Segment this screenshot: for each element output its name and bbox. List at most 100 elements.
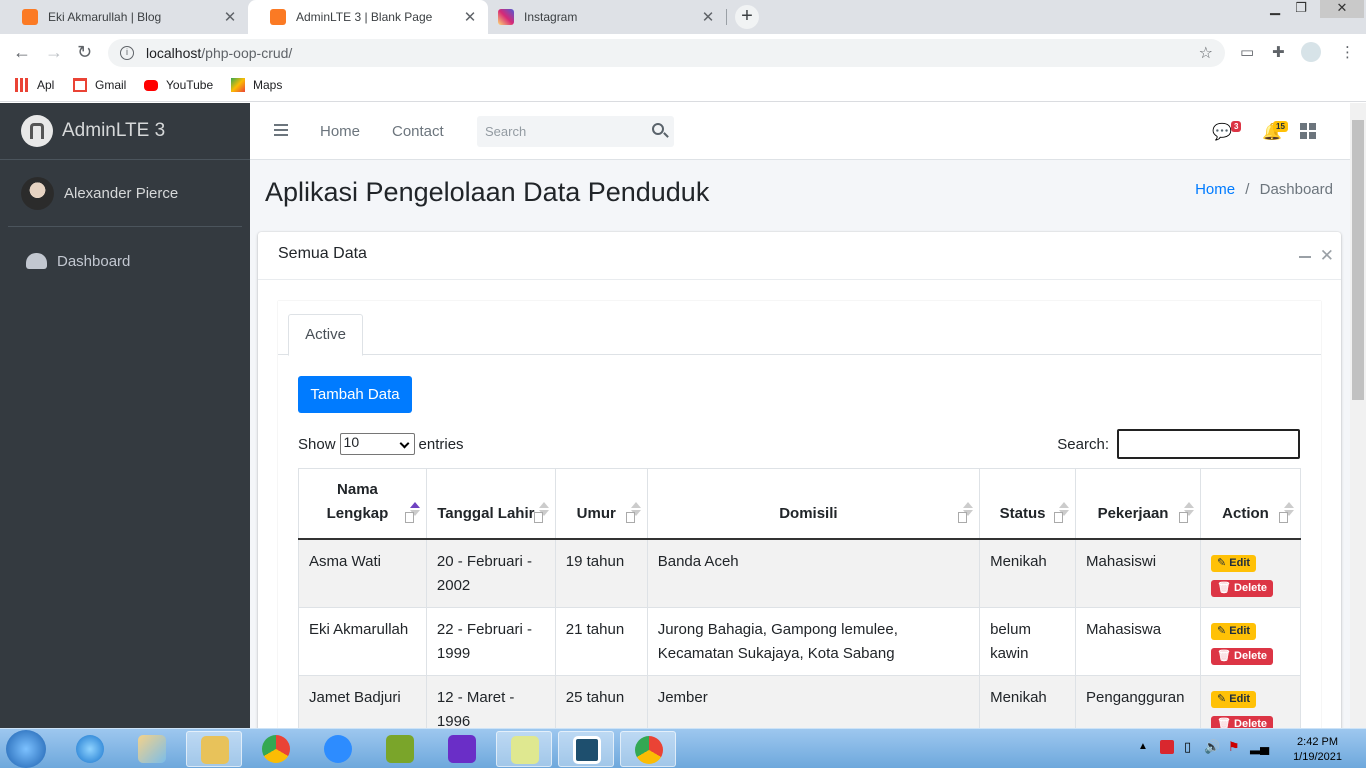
restore-icon[interactable]: ❐ bbox=[1288, 0, 1314, 18]
taskbar-paint[interactable] bbox=[124, 731, 180, 767]
signal-icon[interactable]: ▂▄ bbox=[1250, 739, 1269, 755]
taskbar-zoom[interactable] bbox=[310, 731, 366, 767]
taskbar-ie[interactable] bbox=[62, 731, 118, 767]
table-search-control: Search: bbox=[1057, 429, 1300, 459]
volume-icon[interactable]: 🔊 bbox=[1204, 739, 1220, 755]
search-placeholder: Search bbox=[485, 124, 527, 139]
breadcrumb-home-link[interactable]: Home bbox=[1195, 181, 1235, 198]
close-window-icon[interactable]: ✕ bbox=[1320, 0, 1364, 18]
breadcrumb-separator: / bbox=[1245, 181, 1250, 198]
browser-tab[interactable]: Eki Akmarullah | Blog ✕ bbox=[0, 0, 248, 34]
info-icon[interactable]: i bbox=[120, 46, 134, 60]
tab-separator bbox=[726, 9, 727, 25]
bookmark-youtube[interactable]: YouTube bbox=[144, 78, 213, 92]
close-icon[interactable]: ✕ bbox=[1320, 246, 1334, 266]
scrollbar-thumb[interactable] bbox=[1352, 120, 1364, 400]
extensions-icon[interactable]: ✚ bbox=[1272, 43, 1285, 61]
column-header-domisili[interactable]: Domisili bbox=[646, 468, 981, 540]
taskbar-explorer[interactable] bbox=[186, 731, 242, 767]
profile-avatar[interactable] bbox=[1301, 42, 1321, 62]
column-toggle-icon bbox=[625, 511, 635, 523]
nav-link-home[interactable]: Home bbox=[320, 123, 360, 140]
media-router-icon[interactable]: ▭ bbox=[1240, 43, 1254, 61]
edit-button[interactable]: ✎ Edit bbox=[1211, 554, 1257, 572]
hamburger-menu-icon[interactable] bbox=[274, 124, 288, 136]
taskbar-app[interactable] bbox=[558, 731, 614, 767]
taskbar-visual-studio[interactable] bbox=[434, 731, 490, 767]
page-scrollbar[interactable] bbox=[1350, 103, 1366, 728]
nav-link-contact[interactable]: Contact bbox=[392, 123, 444, 140]
column-header-label: Action bbox=[1222, 504, 1269, 522]
browser-tab[interactable]: Instagram ✕ bbox=[488, 0, 726, 34]
tabs-nav: Active bbox=[278, 301, 1321, 356]
search-icon[interactable] bbox=[652, 123, 664, 135]
delete-button[interactable]: 🗑 Delete bbox=[1211, 647, 1274, 665]
table-row: Asma Wati 20 - Februari - 2002 19 tahun … bbox=[298, 538, 1301, 608]
navbar-search-input[interactable]: Search bbox=[477, 116, 674, 147]
minimize-icon[interactable]: ▁ bbox=[1262, 0, 1288, 18]
taskbar-sticky-notes[interactable] bbox=[496, 731, 552, 767]
browser-tab-active[interactable]: AdminLTE 3 | Blank Page ✕ bbox=[248, 0, 488, 34]
cell-action: ✎ Edit 🗑 Delete bbox=[1200, 606, 1301, 676]
column-header-status[interactable]: Status bbox=[979, 468, 1077, 540]
entries-select[interactable]: 10 bbox=[339, 433, 415, 455]
cell-nama: Asma Wati bbox=[298, 538, 427, 608]
clock-time: 2:42 PM bbox=[1297, 736, 1339, 748]
delete-button[interactable]: 🗑 Delete bbox=[1211, 579, 1274, 597]
control-sidebar-grid-icon[interactable] bbox=[1300, 123, 1316, 139]
forward-icon[interactable]: → bbox=[45, 42, 63, 63]
network-warning-icon[interactable]: ⚑ bbox=[1228, 739, 1240, 755]
breadcrumb: Home / Dashboard bbox=[1195, 181, 1333, 198]
collapse-icon[interactable] bbox=[1299, 256, 1311, 258]
reload-icon[interactable]: ↻ bbox=[77, 42, 92, 63]
table-search-input[interactable] bbox=[1117, 429, 1300, 459]
bookmark-maps[interactable]: Maps bbox=[231, 78, 282, 92]
taskbar-chrome[interactable] bbox=[248, 731, 304, 767]
bookmark-gmail[interactable]: Gmail bbox=[73, 78, 126, 92]
edit-button[interactable]: ✎ Edit bbox=[1211, 622, 1257, 640]
trash-icon: 🗑 bbox=[1217, 649, 1235, 662]
card-header: Semua Data ✕ bbox=[258, 232, 1341, 280]
menu-kebab-icon[interactable]: ⋮ bbox=[1340, 43, 1355, 61]
close-tab-icon[interactable]: ✕ bbox=[222, 8, 238, 26]
bookmark-apps[interactable]: Apl bbox=[15, 78, 54, 92]
column-header-tanggal[interactable]: Tanggal Lahir bbox=[425, 468, 556, 540]
column-header-umur[interactable]: Umur bbox=[554, 468, 648, 540]
back-icon[interactable]: ← bbox=[13, 42, 31, 63]
address-bar[interactable]: i localhost/php-oop-crud/ ☆ bbox=[108, 39, 1225, 67]
pdf-reader-icon[interactable] bbox=[1160, 740, 1174, 754]
start-button[interactable] bbox=[6, 730, 46, 768]
trash-icon: 🗑 bbox=[1217, 581, 1235, 594]
page-title: Aplikasi Pengelolaan Data Penduduk bbox=[265, 177, 710, 207]
column-header-label: Umur bbox=[576, 504, 616, 522]
safely-remove-icon[interactable]: ▯ bbox=[1184, 739, 1191, 755]
taskbar-lambda[interactable] bbox=[372, 731, 428, 767]
cell-umur: 21 tahun bbox=[554, 606, 648, 676]
edit-button[interactable]: ✎ Edit bbox=[1211, 690, 1257, 708]
tab-active[interactable]: Active bbox=[288, 314, 363, 356]
column-header-label: Domisili bbox=[779, 504, 838, 522]
sidebar-item-dashboard[interactable]: Dashboard bbox=[8, 241, 242, 281]
close-tab-icon[interactable]: ✕ bbox=[700, 8, 716, 26]
column-header-nama[interactable]: Nama Lengkap bbox=[298, 468, 427, 540]
adminlte-logo-icon bbox=[21, 115, 53, 147]
chrome-icon bbox=[262, 735, 290, 763]
clock[interactable]: 2:42 PM 1/19/2021 bbox=[1293, 735, 1342, 765]
taskbar-chrome-active[interactable] bbox=[620, 731, 676, 767]
column-header-pekerjaan[interactable]: Pekerjaan bbox=[1075, 468, 1201, 540]
pencil-icon: ✎ bbox=[1217, 692, 1230, 705]
brand-link[interactable]: AdminLTE 3 bbox=[0, 103, 250, 160]
column-header-label: Nama Lengkap bbox=[326, 480, 389, 522]
show-label: Show bbox=[298, 435, 336, 453]
show-hidden-icons-icon[interactable]: ▲ bbox=[1138, 741, 1148, 752]
user-panel[interactable]: Alexander Pierce bbox=[8, 160, 242, 227]
messages-icon[interactable]: 💬 bbox=[1212, 122, 1232, 142]
new-tab-button[interactable]: + bbox=[735, 5, 759, 29]
bookmark-star-icon[interactable]: ☆ bbox=[1199, 43, 1213, 63]
tachometer-icon bbox=[26, 253, 47, 269]
column-header-action[interactable]: Action bbox=[1200, 468, 1301, 540]
add-data-button[interactable]: Tambah Data bbox=[298, 376, 412, 413]
windows-taskbar: ▲ ▯ 🔊 ⚑ ▂▄ 2:42 PM 1/19/2021 bbox=[0, 728, 1366, 768]
close-tab-icon[interactable]: ✕ bbox=[462, 8, 478, 26]
internet-explorer-icon bbox=[76, 735, 104, 763]
